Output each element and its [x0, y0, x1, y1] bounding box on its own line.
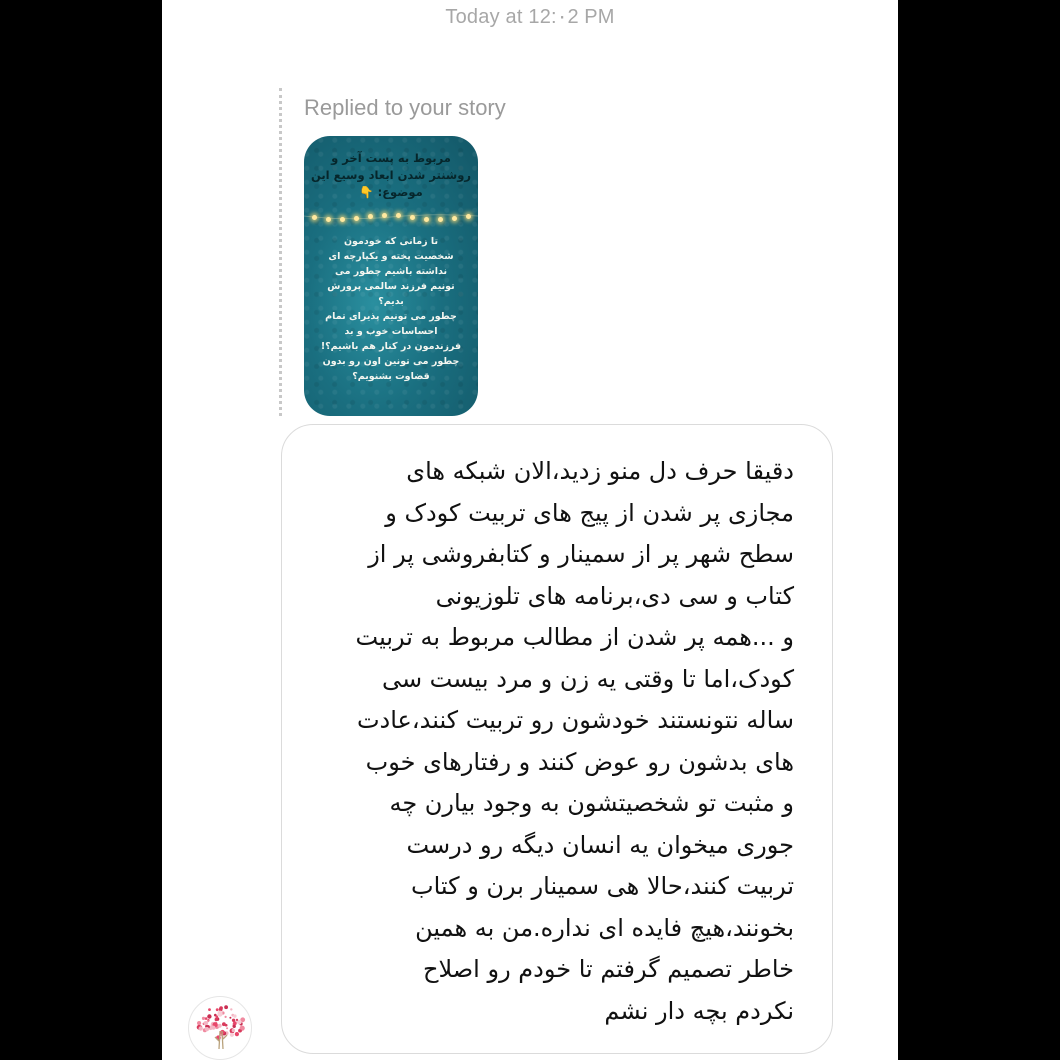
tree-leaf-dot [230, 1008, 233, 1011]
tree-leaf-dot [204, 1017, 208, 1020]
tree-leaf-dot [198, 1026, 203, 1031]
tree-leaf-dot [217, 1023, 222, 1028]
story-title: مربوط به پست آخر و روشنتر شدن ابعاد وسیع… [311, 151, 471, 199]
tree-leaf-dot [229, 1032, 234, 1037]
tree-leaf-dot [215, 1008, 219, 1012]
light-bulb [340, 217, 345, 222]
tree-leaf-dot [232, 1024, 236, 1028]
tree-leaf-dot [239, 1029, 242, 1033]
tree-avatar-icon [196, 1005, 246, 1050]
tree-leaf-dot [214, 1017, 218, 1022]
message-text: دقیقا حرف دل منو زدید،الان شبکه های مجاز… [355, 457, 794, 1025]
light-bulb [396, 213, 401, 218]
tree-leaf-dot [231, 1028, 235, 1033]
message-timestamp: Today at 12:۰2 PM [445, 6, 615, 28]
tree-leaf-dot [201, 1016, 206, 1020]
tree-leaf-dot [204, 1027, 210, 1032]
light-bulb [368, 214, 373, 219]
tree-leaf-dot [217, 1010, 223, 1016]
light-bulb [312, 215, 317, 220]
tree-leaf-dot [224, 1015, 227, 1018]
message-bubble[interactable]: دقیقا حرف دل منو زدید،الان شبکه های مجاز… [281, 424, 833, 1054]
light-bulb [438, 217, 443, 222]
tree-leaf-dot [234, 1032, 239, 1037]
tree-leaf-dot [238, 1021, 241, 1024]
light-bulb [466, 214, 471, 219]
story-reply-label: Replied to your story [304, 95, 506, 120]
light-bulb [354, 216, 359, 221]
tree-leaf-dot [233, 1014, 237, 1018]
light-bulb [452, 216, 457, 221]
tree-leaf-dot [211, 1025, 216, 1030]
tree-leaf-dot [207, 1014, 212, 1019]
string-lights-decoration [304, 212, 478, 226]
tree-leaf-dot [215, 1015, 219, 1018]
tree-leaf-dot [219, 1006, 223, 1010]
tree-leaf-dot [224, 1023, 228, 1027]
story-body-text: تا زمانی که خودمون شخصیت پخته و یکپارچه … [320, 236, 462, 382]
sender-avatar[interactable] [188, 996, 252, 1060]
tree-leaf-dot [207, 1020, 210, 1023]
light-bulb [326, 217, 331, 222]
tree-leaf-dot [231, 1018, 236, 1022]
story-thumbnail[interactable]: مربوط به پست آخر و روشنتر شدن ابعاد وسیع… [304, 136, 478, 416]
light-bulb [382, 213, 387, 218]
letterbox-frame: Today at 12:۰2 PM Replied to your story … [0, 0, 1060, 1060]
tree-leaf-dot [197, 1021, 202, 1026]
tree-leaf-dot [235, 1018, 239, 1021]
tree-leaf-dot [226, 1027, 229, 1030]
tree-leaf-dot [224, 1005, 228, 1010]
reply-thread-line [279, 88, 282, 416]
tree-leaf-dot [208, 1008, 211, 1011]
light-bulb [424, 217, 429, 222]
chat-screen: Today at 12:۰2 PM Replied to your story … [162, 0, 898, 1060]
light-bulb [410, 215, 415, 220]
tree-leaf-dot [229, 1016, 232, 1019]
